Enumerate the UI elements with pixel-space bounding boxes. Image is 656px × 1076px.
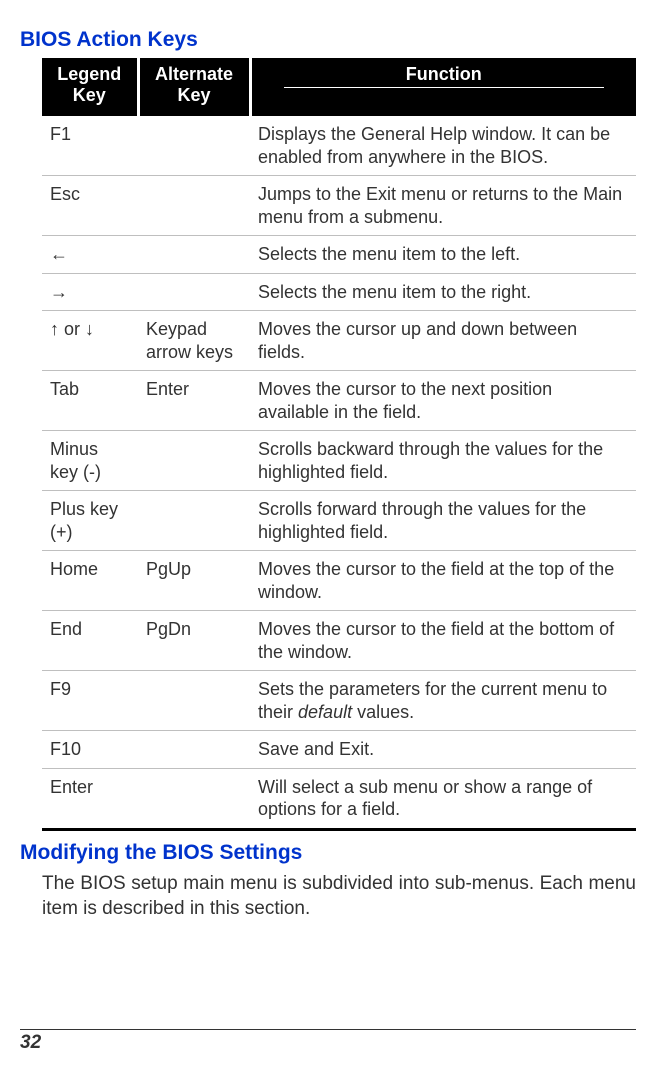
table-row: F1 Displays the General Help window. It … — [42, 116, 636, 176]
table-header-alt: Alternate Key — [138, 58, 250, 116]
cell-legend: End — [42, 611, 138, 671]
cell-legend: Plus key (+) — [42, 491, 138, 551]
cell-alt — [138, 491, 250, 551]
cell-alt — [138, 236, 250, 274]
cell-legend: F9 — [42, 671, 138, 731]
cell-legend: Home — [42, 551, 138, 611]
cell-alt: Enter — [138, 371, 250, 431]
cell-function: Selects the menu item to the left. — [250, 236, 636, 274]
table-row: ← Selects the menu item to the left. — [42, 236, 636, 274]
bios-action-keys-table: Legend Key Alternate Key Function F1 Dis… — [42, 58, 636, 831]
table-row: Enter Will select a sub menu or show a r… — [42, 768, 636, 829]
cell-function: Moves the cursor up and down between fie… — [250, 311, 636, 371]
cell-alt: PgDn — [138, 611, 250, 671]
table-row: Plus key (+) Scrolls forward through the… — [42, 491, 636, 551]
cell-function: Displays the General Help window. It can… — [250, 116, 636, 176]
cell-alt — [138, 176, 250, 236]
cell-legend: F10 — [42, 731, 138, 769]
table-row: → Selects the menu item to the right. — [42, 273, 636, 311]
table-row: ↑ or ↓ Keypad arrow keys Moves the curso… — [42, 311, 636, 371]
section-heading-modifying-bios: Modifying the BIOS Settings — [20, 841, 636, 865]
page-number: 32 — [20, 1029, 636, 1054]
cell-legend: → — [42, 273, 138, 311]
cell-function: Moves the cursor to the field at the bot… — [250, 611, 636, 671]
table-row: Esc Jumps to the Exit menu or returns to… — [42, 176, 636, 236]
cell-function: Selects the menu item to the right. — [250, 273, 636, 311]
cell-legend: ↑ or ↓ — [42, 311, 138, 371]
table-header-row: Legend Key Alternate Key Function — [42, 58, 636, 116]
cell-function: Scrolls backward through the values for … — [250, 431, 636, 491]
cell-alt — [138, 431, 250, 491]
cell-function: Moves the cursor to the field at the top… — [250, 551, 636, 611]
cell-function: Sets the parameters for the current menu… — [250, 671, 636, 731]
table-row: F9 Sets the parameters for the current m… — [42, 671, 636, 731]
cell-legend: F1 — [42, 116, 138, 176]
table-header-function: Function — [250, 58, 636, 116]
cell-function: Scrolls forward through the values for t… — [250, 491, 636, 551]
cell-alt: PgUp — [138, 551, 250, 611]
cell-function: Save and Exit. — [250, 731, 636, 769]
cell-alt — [138, 116, 250, 176]
cell-alt — [138, 671, 250, 731]
cell-alt — [138, 273, 250, 311]
table-row: Home PgUp Moves the cursor to the field … — [42, 551, 636, 611]
cell-legend: Esc — [42, 176, 138, 236]
cell-alt — [138, 731, 250, 769]
cell-legend: Tab — [42, 371, 138, 431]
body-paragraph: The BIOS setup main menu is subdivided i… — [42, 871, 636, 922]
section-heading-bios-action-keys: BIOS Action Keys — [20, 28, 636, 52]
cell-legend: Minus key (-) — [42, 431, 138, 491]
cell-alt — [138, 768, 250, 829]
cell-function: Jumps to the Exit menu or returns to the… — [250, 176, 636, 236]
cell-function: Will select a sub menu or show a range o… — [250, 768, 636, 829]
cell-alt: Keypad arrow keys — [138, 311, 250, 371]
table-row: Minus key (-) Scrolls backward through t… — [42, 431, 636, 491]
table-row: F10 Save and Exit. — [42, 731, 636, 769]
cell-legend: ← — [42, 236, 138, 274]
table-row: Tab Enter Moves the cursor to the next p… — [42, 371, 636, 431]
table-header-legend: Legend Key — [42, 58, 138, 116]
cell-legend: Enter — [42, 768, 138, 829]
table-row: End PgDn Moves the cursor to the field a… — [42, 611, 636, 671]
cell-function: Moves the cursor to the next position av… — [250, 371, 636, 431]
